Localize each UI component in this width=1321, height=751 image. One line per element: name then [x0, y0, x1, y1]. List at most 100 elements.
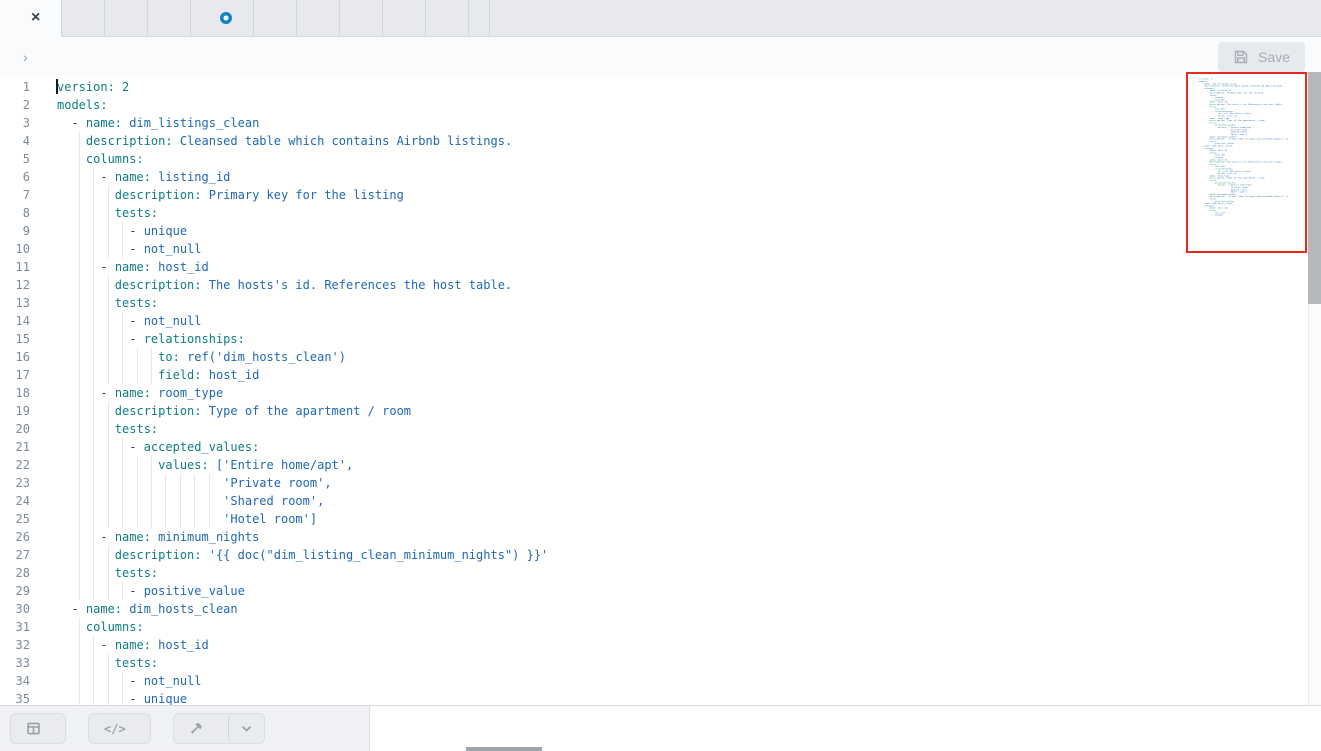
line-number: 35 — [0, 690, 30, 705]
line-number: 10 — [0, 240, 30, 258]
code-line: 11 - name: host_id — [0, 258, 1321, 276]
line-number: 4 — [0, 132, 30, 150]
save-button[interactable]: Save — [1218, 42, 1305, 72]
chevron-down-icon — [239, 721, 254, 736]
code-line: 29 - positive_value — [0, 582, 1321, 600]
file-header-bar: › Save — [0, 37, 1321, 77]
tab-dim-listings[interactable] — [254, 0, 297, 37]
bottom-panel: </> — [0, 705, 1321, 751]
line-number: 15 — [0, 330, 30, 348]
line-number: 32 — [0, 636, 30, 654]
line-number: 21 — [0, 438, 30, 456]
line-number: 14 — [0, 312, 30, 330]
line-number: 26 — [0, 528, 30, 546]
code-line: 3 - name: dim_listings_clean — [0, 114, 1321, 132]
new-tab-button[interactable] — [490, 0, 1321, 37]
minimap-code-preview: version: 2models: - name: dim_listings_c… — [1194, 78, 1307, 216]
code-line: 24 'Shared room', — [0, 492, 1321, 510]
code-icon: </> — [104, 722, 126, 736]
chevron-right-icon: › — [16, 49, 35, 65]
tab-no-nulls-in[interactable] — [426, 0, 469, 37]
result-panel-tabs — [370, 706, 1321, 751]
code-line: 6 - name: listing_id — [0, 168, 1321, 186]
line-number: 1 — [0, 78, 30, 96]
code-line: 34 - not_null — [0, 672, 1321, 690]
tab-src-reviews-sql[interactable] — [340, 0, 383, 37]
line-number: 31 — [0, 618, 30, 636]
line-number: 8 — [0, 204, 30, 222]
breadcrumb: › — [16, 49, 35, 65]
code-line: 4 description: Cleansed table which cont… — [0, 132, 1321, 150]
compile-button[interactable]: </> — [88, 713, 151, 744]
line-number: 24 — [0, 492, 30, 510]
line-number: 16 — [0, 348, 30, 366]
code-line: 7 description: Primary key for the listi… — [0, 186, 1321, 204]
save-label: Save — [1258, 49, 1290, 65]
tab-sources-yml[interactable] — [148, 0, 191, 37]
line-number: 29 — [0, 582, 30, 600]
hammer-icon — [189, 721, 204, 736]
line-number: 23 — [0, 474, 30, 492]
line-number: 27 — [0, 546, 30, 564]
line-number: 20 — [0, 420, 30, 438]
code-line: 18 - name: room_type — [0, 384, 1321, 402]
editor-scrollbar-thumb[interactable] — [1308, 72, 1321, 304]
code-line: 8 tests: — [0, 204, 1321, 222]
line-number: 34 — [0, 672, 30, 690]
line-number: 19 — [0, 402, 30, 420]
code-line: 23 'Private room', — [0, 474, 1321, 492]
line-number: 33 — [0, 654, 30, 672]
code-line: 5 columns: — [0, 150, 1321, 168]
action-buttons: </> — [0, 706, 370, 751]
code-line: 30 - name: dim_hosts_clean — [0, 600, 1321, 618]
tab-dim-listings[interactable] — [383, 0, 426, 37]
tab-no-nulls-in[interactable] — [62, 0, 105, 37]
line-number: 11 — [0, 258, 30, 276]
line-number: 30 — [0, 600, 30, 618]
line-number: 17 — [0, 366, 30, 384]
code-line: 33 tests: — [0, 654, 1321, 672]
line-number: 28 — [0, 564, 30, 582]
code-line: 20 tests: — [0, 420, 1321, 438]
line-number: 6 — [0, 168, 30, 186]
tab-src-listings-sql[interactable] — [297, 0, 340, 37]
editor-tab-bar: × — [0, 0, 1321, 37]
code-line: 32 - name: host_id — [0, 636, 1321, 654]
code-line: 27 description: '{{ doc("dim_listing_cle… — [0, 546, 1321, 564]
line-number: 5 — [0, 150, 30, 168]
code-line: 21 - accepted_values: — [0, 438, 1321, 456]
build-button[interactable] — [174, 714, 228, 743]
code-line: 35 - unique — [0, 690, 1321, 705]
code-line: 10 - not_null — [0, 240, 1321, 258]
minimap[interactable]: version: 2models: - name: dim_listings_c… — [1186, 72, 1307, 253]
code-line: - unique — [1194, 214, 1307, 216]
tab-bar-spacer — [469, 0, 490, 37]
tab-schema-yml[interactable]: × — [0, 0, 62, 37]
code-line: 28 tests: — [0, 564, 1321, 582]
modified-indicator-icon — [220, 12, 232, 24]
code-editor[interactable]: 1version: 22models:3 - name: dim_listing… — [0, 77, 1321, 705]
tab-overview-md[interactable] — [105, 0, 148, 37]
code-line: 16 to: ref('dim_hosts_clean') — [0, 348, 1321, 366]
line-number: 2 — [0, 96, 30, 114]
line-number: 3 — [0, 114, 30, 132]
code-line: 31 columns: — [0, 618, 1321, 636]
line-number: 25 — [0, 510, 30, 528]
line-number: 22 — [0, 456, 30, 474]
preview-button[interactable] — [10, 713, 66, 744]
tab-dim-hosts[interactable] — [191, 0, 254, 37]
code-line: 17 field: host_id — [0, 366, 1321, 384]
close-icon[interactable]: × — [31, 10, 40, 26]
code-line: 25 'Hotel room'] — [0, 510, 1321, 528]
save-icon — [1233, 49, 1249, 65]
build-button-group — [173, 713, 265, 744]
code-line: 12 description: The hosts's id. Referenc… — [0, 276, 1321, 294]
line-number: 18 — [0, 384, 30, 402]
build-dropdown-button[interactable] — [228, 714, 264, 743]
code-line: 14 - not_null — [0, 312, 1321, 330]
dbt-ide-window: × › Save 1version: 22models:3 - name: di… — [0, 0, 1321, 751]
code-line: 9 - unique — [0, 222, 1321, 240]
code-line: 22 values: ['Entire home/apt', — [0, 456, 1321, 474]
code-line: 15 - relationships: — [0, 330, 1321, 348]
line-number: 12 — [0, 276, 30, 294]
